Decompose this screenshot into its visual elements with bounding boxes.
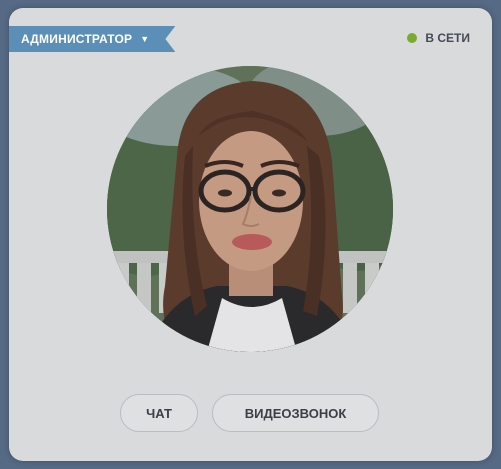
chat-button[interactable]: ЧАТ <box>120 394 198 432</box>
role-label: АДМИНИСТРАТОР <box>21 32 133 46</box>
screen-frame: АДМИНИСТРАТОР ▼ В СЕТИ ЧАТ ВИДЕОЗВОНОК <box>0 0 501 469</box>
online-status: В СЕТИ <box>407 31 470 45</box>
video-call-button[interactable]: ВИДЕОЗВОНОК <box>212 394 379 432</box>
profile-card: АДМИНИСТРАТОР ▼ В СЕТИ ЧАТ ВИДЕОЗВОНОК <box>9 8 492 461</box>
chevron-down-icon: ▼ <box>140 34 150 44</box>
role-dropdown[interactable]: АДМИНИСТРАТОР ▼ <box>9 26 175 52</box>
status-dot-icon <box>407 33 418 43</box>
avatar-photo <box>107 66 393 352</box>
avatar <box>107 66 393 352</box>
status-label: В СЕТИ <box>425 31 470 45</box>
